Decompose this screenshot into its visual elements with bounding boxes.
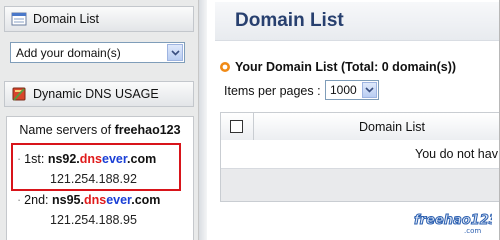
name-servers-title: Name servers of freehao123 bbox=[7, 123, 193, 137]
freehao123-watermark-logo: freehao123 .com bbox=[414, 213, 493, 236]
name-server-item: · 2nd: ns95.dnsever.com bbox=[17, 193, 160, 207]
ns-host-dns: dns bbox=[83, 193, 107, 207]
bullet-icon: · bbox=[17, 193, 22, 207]
sidebar: Domain List Add your domain(s) Dynamic D… bbox=[0, 0, 199, 240]
name-servers-title-prefix: Name servers of bbox=[19, 123, 115, 137]
ns-host-ever: ever bbox=[102, 152, 128, 166]
ns-host-dns: dns bbox=[79, 152, 103, 166]
bullet-icon: · bbox=[17, 152, 22, 166]
table-row: You do not hav bbox=[221, 140, 499, 169]
name-server-item: · 1st: ns92.dnsever.com bbox=[17, 152, 156, 166]
name-servers-panel: Name servers of freehao123 · 1st: ns92.dn… bbox=[6, 116, 194, 240]
ns-ip: 121.254.188.92 bbox=[50, 172, 137, 186]
empty-message: You do not hav bbox=[415, 147, 498, 161]
ns-hostname: ns92.dnsever.com bbox=[48, 152, 156, 166]
items-per-page-label: Items per pages : bbox=[224, 84, 321, 98]
svg-text:freehao123: freehao123 bbox=[414, 213, 492, 228]
add-domain-select[interactable]: Add your domain(s) bbox=[10, 42, 185, 63]
items-per-page-select[interactable]: 1000 bbox=[325, 80, 379, 100]
ddns-book-icon bbox=[12, 87, 26, 101]
ns-ip: 121.254.188.95 bbox=[50, 213, 137, 227]
domain-list-label: Domain List bbox=[33, 12, 99, 26]
ns-host-prefix: ns92. bbox=[47, 152, 80, 166]
chevron-down-icon[interactable] bbox=[362, 82, 377, 98]
domain-table: Domain List You do not hav bbox=[220, 112, 499, 202]
add-domain-select-value: Add your domain(s) bbox=[16, 45, 121, 60]
select-all-checkbox[interactable] bbox=[230, 120, 243, 133]
ns-host-prefix: ns95. bbox=[52, 193, 84, 207]
ddns-usage-header[interactable]: Dynamic DNS USAGE bbox=[4, 81, 194, 107]
domain-list-heading-text: Your Domain List (Total: 0 domain(s)) bbox=[235, 60, 457, 74]
table-header-row: Domain List bbox=[221, 113, 499, 141]
ns-host-ever: ever bbox=[106, 193, 132, 207]
page-title: Domain List bbox=[235, 10, 344, 31]
orange-bullet-icon bbox=[220, 62, 230, 72]
title-bar: Domain List bbox=[215, 2, 499, 41]
ns-index: 1st: bbox=[24, 152, 45, 166]
ns-host-suffix: .com bbox=[131, 193, 161, 207]
select-all-cell bbox=[221, 113, 254, 140]
ns-index: 2nd: bbox=[24, 193, 49, 207]
ddns-usage-label: Dynamic DNS USAGE bbox=[33, 87, 159, 101]
svg-text:.com: .com bbox=[464, 227, 481, 235]
ns-host-suffix: .com bbox=[127, 152, 157, 166]
items-per-page-value: 1000 bbox=[330, 83, 357, 97]
domain-list-heading: Your Domain List (Total: 0 domain(s)) bbox=[219, 60, 456, 74]
ns-hostname: ns95.dnsever.com bbox=[52, 193, 160, 207]
domain-list-header[interactable]: Domain List bbox=[4, 6, 194, 32]
domain-list-icon bbox=[11, 12, 27, 26]
name-servers-user: freehao123 bbox=[114, 123, 181, 137]
table-header-domain-list[interactable]: Domain List bbox=[359, 120, 425, 134]
chevron-down-icon[interactable] bbox=[167, 44, 183, 61]
main-content: Domain List Your Domain List (Total: 0 d… bbox=[199, 0, 499, 240]
main-edge-shadow bbox=[199, 0, 207, 240]
table-footer bbox=[221, 169, 499, 201]
